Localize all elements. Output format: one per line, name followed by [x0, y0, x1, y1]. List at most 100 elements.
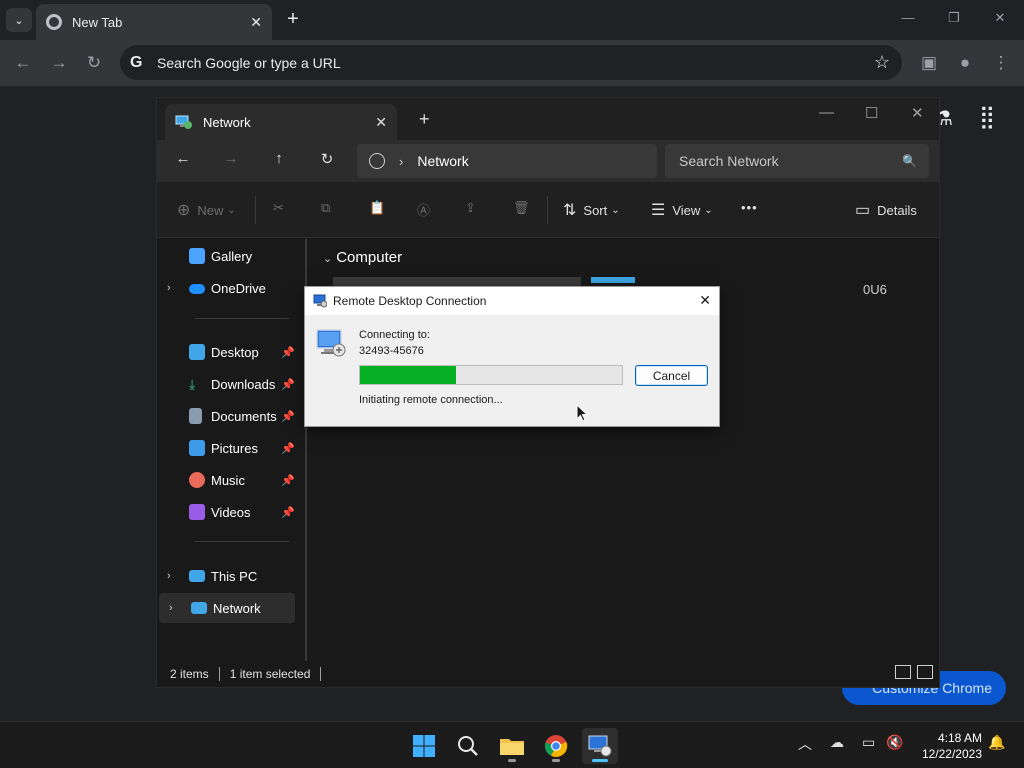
- explorer-tab[interactable]: Network ✕: [165, 104, 397, 140]
- plus-circle-icon: ⊕: [177, 202, 191, 219]
- cut-icon[interactable]: ✂: [273, 200, 284, 216]
- breadcrumb-network[interactable]: Network: [417, 153, 468, 169]
- sidebar-item-videos[interactable]: Videos 📌: [157, 497, 295, 527]
- view-icon: ☰: [651, 202, 666, 219]
- progress-fill: [360, 366, 456, 384]
- dialog-close-icon[interactable]: ✕: [699, 292, 711, 309]
- tiles-view-icon[interactable]: [917, 665, 933, 679]
- sidebar-item-downloads[interactable]: ⤓ Downloads 📌: [157, 369, 295, 399]
- explorer-back-icon[interactable]: ←: [173, 150, 193, 167]
- back-icon[interactable]: ←: [12, 52, 34, 74]
- delete-icon[interactable]: 🗑: [513, 200, 530, 216]
- clock-date: 12/22/2023: [921, 747, 982, 761]
- new-tab-button[interactable]: +: [282, 8, 304, 32]
- sort-button[interactable]: ⇅ Sort ⌄: [563, 200, 620, 220]
- sidebar-item-documents[interactable]: Documents 📌: [157, 401, 295, 431]
- sidebar-item-desktop[interactable]: Desktop 📌: [157, 337, 295, 367]
- navigation-pane: Gallery › OneDrive Desktop 📌 ⤓ Downloads…: [157, 239, 307, 661]
- pin-icon: 📌: [281, 506, 295, 519]
- dialog-title-bar[interactable]: Remote Desktop Connection ✕: [305, 287, 719, 315]
- network-icon: [191, 602, 207, 614]
- profile-icon[interactable]: ●: [954, 52, 976, 74]
- new-button-label: New: [197, 202, 224, 218]
- clock-time: 4:18 AM: [937, 731, 982, 745]
- group-header-label: Computer: [336, 249, 403, 266]
- reload-icon[interactable]: ↻: [83, 52, 105, 74]
- expand-chevron-icon[interactable]: ›: [167, 570, 171, 582]
- onedrive-icon: [189, 284, 205, 294]
- restore-icon[interactable]: ❐: [944, 10, 964, 26]
- close-window-icon[interactable]: ✕: [990, 10, 1010, 26]
- sidebar-item-pictures[interactable]: Pictures 📌: [157, 433, 295, 463]
- selection-count: 1 item selected: [229, 667, 311, 681]
- notification-bell-icon[interactable]: 🔔: [988, 734, 1005, 751]
- expand-chevron-icon[interactable]: ›: [169, 602, 173, 614]
- explorer-search-input[interactable]: Search Network 🔍: [665, 144, 929, 178]
- windows-start-icon[interactable]: [406, 728, 442, 764]
- browser-tab[interactable]: New Tab ✕: [36, 4, 272, 40]
- sidebar-item-this-pc[interactable]: › This PC: [157, 561, 295, 591]
- forward-icon[interactable]: →: [48, 52, 70, 74]
- address-bar[interactable]: › Network: [357, 144, 657, 178]
- details-button[interactable]: ▭ Details: [855, 200, 917, 220]
- onedrive-offline-icon[interactable]: ☁: [830, 734, 844, 751]
- connection-target: 32493-45676: [359, 345, 424, 357]
- cancel-button[interactable]: Cancel: [635, 365, 708, 386]
- rename-icon[interactable]: Ⓐ: [417, 200, 430, 219]
- explorer-tab-close-icon[interactable]: ✕: [375, 114, 387, 131]
- explorer-up-icon[interactable]: ↑: [269, 150, 289, 167]
- remote-desktop-icon: [313, 294, 328, 308]
- apps-grid-icon[interactable]: ⣿: [979, 104, 995, 130]
- sidebar-item-gallery[interactable]: Gallery: [157, 241, 295, 271]
- omnibox[interactable]: G Search Google or type a URL ☆: [120, 45, 902, 80]
- network-status-icon[interactable]: ▭: [862, 734, 875, 751]
- sidebar-item-music[interactable]: Music 📌: [157, 465, 295, 495]
- more-options-icon[interactable]: •••: [741, 200, 758, 215]
- show-hidden-icons-icon[interactable]: ︿: [798, 734, 812, 754]
- group-header[interactable]: ⌄ Computer: [323, 249, 402, 266]
- network-item[interactable]: [591, 277, 635, 283]
- network-item-label: 0U6: [863, 282, 887, 297]
- bookmark-star-icon[interactable]: ☆: [874, 52, 890, 73]
- explorer-forward-icon[interactable]: →: [221, 150, 241, 167]
- explorer-refresh-icon[interactable]: ↻: [317, 150, 337, 168]
- file-explorer-icon[interactable]: [494, 728, 530, 764]
- explorer-maximize-icon[interactable]: ☐: [865, 104, 878, 122]
- menu-kebab-icon[interactable]: ⋮: [990, 52, 1012, 74]
- search-icon[interactable]: [450, 728, 486, 764]
- chrome-icon[interactable]: [538, 728, 574, 764]
- explorer-close-icon[interactable]: ✕: [911, 104, 924, 122]
- sidebar-item-label: Network: [213, 600, 261, 616]
- tab-search-button[interactable]: ⌄: [6, 8, 32, 32]
- system-clock[interactable]: 4:18 AM 12/22/2023: [908, 730, 982, 762]
- search-icon: 🔍: [902, 154, 917, 168]
- explorer-minimize-icon[interactable]: —: [819, 104, 834, 121]
- dialog-body: Connecting to: 32493-45676 Cancel Initia…: [305, 315, 719, 426]
- paste-icon[interactable]: 📋: [369, 200, 385, 216]
- gallery-icon: [189, 248, 205, 264]
- side-panel-icon[interactable]: ▣: [918, 52, 940, 74]
- chrome-favicon-icon: [46, 14, 62, 30]
- sidebar-item-network[interactable]: › Network: [159, 593, 295, 623]
- copy-icon[interactable]: ⧉: [321, 200, 330, 216]
- desktop-icon: [189, 344, 205, 360]
- remote-desktop-dialog: Remote Desktop Connection ✕ Connecting t…: [304, 286, 720, 427]
- music-icon: [189, 472, 205, 488]
- chrome-title-bar: ⌄ New Tab ✕ + — ❐ ✕: [0, 0, 1024, 40]
- taskbar: ︿ ☁ ▭ 🔇 4:18 AM 12/22/2023 🔔: [0, 721, 1024, 768]
- remote-desktop-taskbar-icon[interactable]: [582, 728, 618, 764]
- minimize-icon[interactable]: —: [898, 10, 918, 25]
- videos-icon: [189, 504, 205, 520]
- share-icon[interactable]: ⇪: [465, 200, 476, 216]
- tab-close-icon[interactable]: ✕: [250, 14, 262, 31]
- sidebar-item-onedrive[interactable]: › OneDrive: [157, 273, 295, 303]
- view-button[interactable]: ☰ View ⌄: [651, 200, 713, 220]
- new-button[interactable]: ⊕ New ⌄: [177, 200, 236, 220]
- volume-muted-icon[interactable]: 🔇: [886, 734, 903, 751]
- details-view-icon[interactable]: [895, 665, 911, 679]
- connection-progress-bar: [359, 365, 623, 385]
- explorer-new-tab-icon[interactable]: +: [419, 109, 430, 130]
- pictures-icon: [189, 440, 205, 456]
- expand-chevron-icon[interactable]: ›: [167, 282, 171, 294]
- documents-icon: [189, 408, 202, 424]
